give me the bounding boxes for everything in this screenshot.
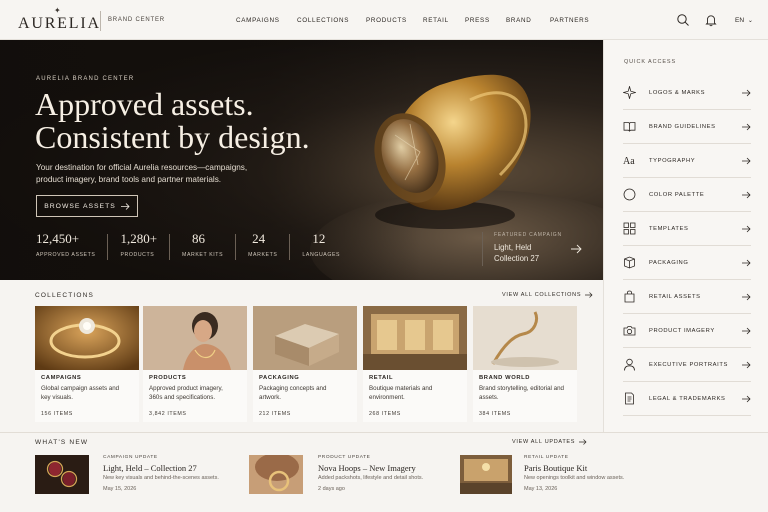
quick-access-retail-assets[interactable]: RETAIL ASSETS [623,280,751,314]
shopping-bag-icon [624,290,635,303]
stat-divider [169,234,171,260]
collection-card-packaging[interactable]: PACKAGING Packaging concepts and artwork… [253,306,357,422]
products-thumbnail [143,306,247,370]
update-item-campaign[interactable]: CAMPAIGN UPDATE Light, Held – Collection… [35,455,235,495]
logo-star-icon: ✦ [54,6,61,15]
arrow-right-icon [585,292,593,298]
quick-access-list: LOGOS & MARKS BRAND GUIDELINES Aa TYPOGRAPH… [603,40,768,432]
arrow-right-icon [742,123,751,131]
arrow-right-icon [742,293,751,301]
quick-access-label: TYPOGRAPHY [649,158,696,164]
quick-access-label: PRODUCT IMAGERY [649,328,715,334]
quick-access-packaging[interactable]: PACKAGING [623,246,751,280]
packaging-thumbnail [253,306,357,370]
svg-text:Aa: Aa [623,156,635,167]
stat-divider [107,234,109,260]
quick-access-label: LOGOS & MARKS [649,90,706,96]
collections-title: COLLECTIONS [35,292,95,299]
stat-divider [235,234,237,260]
arrow-right-icon [579,439,587,445]
search-icon[interactable] [676,13,690,27]
nav-products[interactable]: PRODUCTS [366,17,407,24]
quick-access-templates[interactable]: TEMPLATES [623,212,751,246]
chevron-down-icon: ⌄ [747,18,753,24]
package-icon [624,256,635,269]
section-divider [0,432,768,433]
quick-access-typography[interactable]: Aa TYPOGRAPHY [623,144,751,178]
person-icon [624,358,635,371]
arrow-right-icon [742,259,751,267]
retail-thumbnail [363,306,467,370]
view-all-collections-link[interactable]: VIEW ALL COLLECTIONS [502,292,593,298]
collection-card-retail[interactable]: RETAIL Boutique materials and environmen… [363,306,467,422]
circle-icon [623,188,636,201]
nav-campaigns[interactable]: CAMPAIGNS [236,17,280,24]
nav-retail[interactable]: RETAIL [423,17,449,24]
book-icon [623,122,636,132]
stat-divider [289,234,291,260]
language-selector[interactable]: EN ⌄ [735,17,753,24]
view-all-updates-link[interactable]: VIEW ALL UPDATES [512,439,587,445]
document-icon [625,392,634,405]
hero-eyebrow: AURELIA BRAND CENTER [36,76,135,82]
arrow-right-icon [120,202,130,210]
campaign-update-thumbnail [35,455,89,494]
stat-languages: 12 LANGUAGES [302,231,341,259]
camera-icon [623,326,636,336]
nav-brand[interactable]: BRAND [506,17,532,24]
arrow-right-icon [742,225,751,233]
typography-icon: Aa [623,156,635,167]
quick-access-logos-and-marks[interactable]: LOGOS & MARKS [623,76,751,110]
quick-access-label: TEMPLATES [649,226,689,232]
collection-card-products[interactable]: PRODUCTS Approved product imagery, 360s … [143,306,247,422]
quick-access-color-palette[interactable]: COLOR PALETTE [623,178,751,212]
hero-banner: AURELIA BRAND CENTER Approved assets. Co… [0,40,603,280]
quick-access-label: RETAIL ASSETS [649,294,701,300]
retail-update-thumbnail [460,455,512,494]
grid-icon [623,222,636,235]
stat-products: 1,280+ PRODUCTS [120,231,158,259]
stat-market-kits: 86 MARKET KITS [182,231,224,259]
hero-stats: 12,450+ APPROVED ASSETS 1,280+ PRODUCTS … [36,232,350,262]
quick-access-executive-portraits[interactable]: EXECUTIVE PORTRAITS [623,348,751,382]
arrow-right-icon [742,191,751,199]
brand-center-label: BRAND CENTER [108,17,165,23]
arrow-right-icon [742,157,751,165]
whats-new-title: WHAT'S NEW [35,439,89,446]
quick-access-label: PACKAGING [649,260,689,266]
hero-description: Your destination for official Aurelia re… [36,163,248,184]
featured-campaign-link[interactable]: FEATURED CAMPAIGN Light, Held Collection… [482,232,592,266]
quick-access-label: COLOR PALETTE [649,192,705,198]
hero-title: Approved assets. Consistent by design. [35,86,310,155]
brand-logo[interactable]: ✦ AURELIA [18,6,99,33]
quick-access-product-imagery[interactable]: PRODUCT IMAGERY [623,314,751,348]
nav-partners[interactable]: PARTNERS [550,17,589,24]
campaigns-thumbnail [35,306,139,370]
sparkle-icon [623,86,636,99]
arrow-right-icon [742,327,751,335]
arrow-right-icon [571,244,582,254]
quick-access-label: LEGAL & TRADEMARKS [649,396,726,402]
arrow-right-icon [742,361,751,369]
bell-icon[interactable] [704,13,718,27]
stat-approved-assets: 12,450+ APPROVED ASSETS [36,231,96,259]
update-item-retail[interactable]: RETAIL UPDATE Paris Boutique Kit New ope… [460,455,660,495]
collection-card-campaigns[interactable]: CAMPAIGNS Global campaign assets and key… [35,306,139,422]
stat-markets: 24 MARKETS [248,231,278,259]
collection-card-brand-world[interactable]: BRAND WORLD Brand storytelling, editoria… [473,306,577,422]
arrow-right-icon [742,395,751,403]
nav-press[interactable]: PRESS [465,17,490,24]
brand-world-thumbnail [473,306,577,370]
arrow-right-icon [742,89,751,97]
quick-access-label: EXECUTIVE PORTRAITS [649,362,728,368]
product-update-thumbnail [249,455,303,494]
top-header: ✦ AURELIA BRAND CENTER CAMPAIGNS COLLECT… [0,0,768,40]
logo-divider [100,11,101,31]
quick-access-label: BRAND GUIDELINES [649,124,716,130]
browse-assets-button[interactable]: BROWSE ASSETS [36,195,138,217]
nav-collections[interactable]: COLLECTIONS [297,17,349,24]
quick-access-legal-and-trademarks[interactable]: LEGAL & TRADEMARKS [623,382,751,416]
quick-access-brand-guidelines[interactable]: BRAND GUIDELINES [623,110,751,144]
update-item-product[interactable]: PRODUCT UPDATE Nova Hoops – New Imagery … [249,455,449,495]
